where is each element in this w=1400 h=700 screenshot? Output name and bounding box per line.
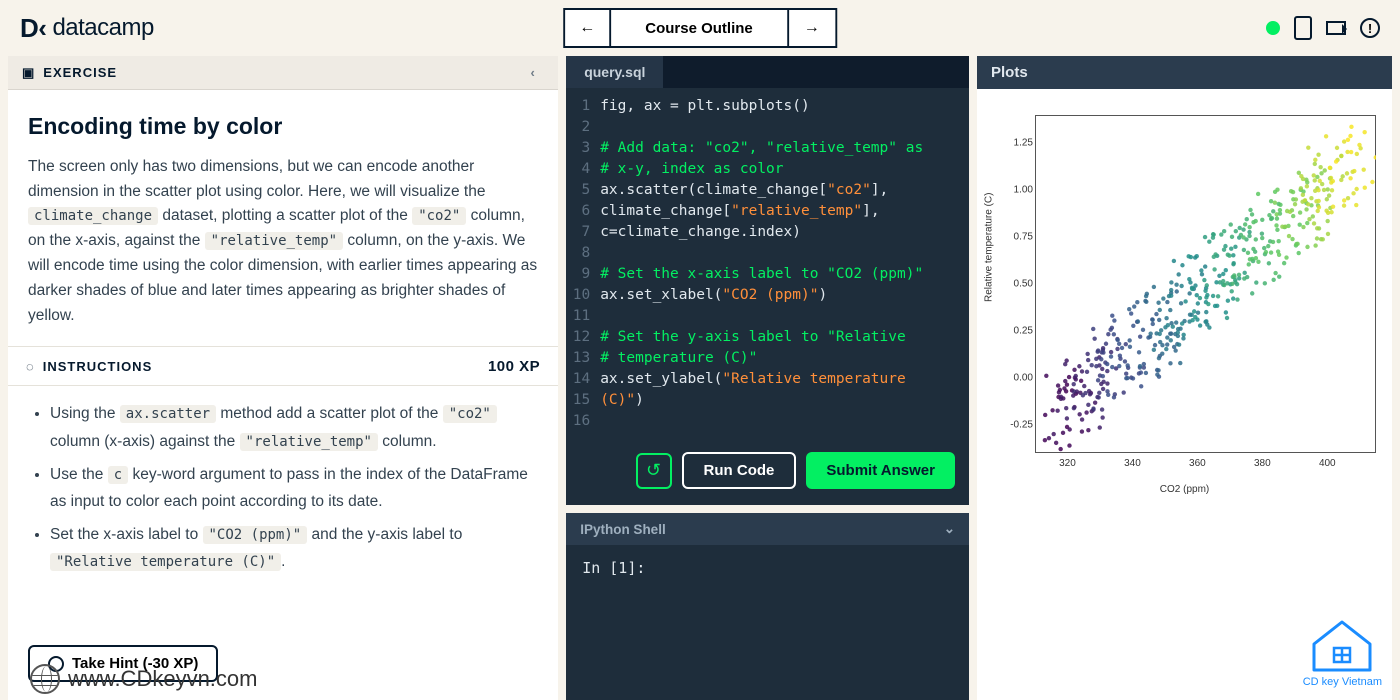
reset-button[interactable]: ↺ xyxy=(636,453,672,489)
info-icon[interactable]: ! xyxy=(1360,18,1380,38)
brand-name: datacamp xyxy=(52,14,153,42)
y-axis-label: Relative temperature (C) xyxy=(984,193,995,302)
instructions-list: Using the ax.scatter method add a scatte… xyxy=(8,386,558,581)
xp-badge: 100 XP xyxy=(488,358,540,375)
scatter-chart: Relative temperature (C) CO2 (ppm) -0.25… xyxy=(987,107,1382,497)
shell-prompt: In [1]: xyxy=(582,559,645,577)
instructions-label: INSTRUCTIONS xyxy=(43,359,153,374)
cdkey-brand-text: CD key Vietnam xyxy=(1303,676,1382,688)
exercise-panel: ▣ EXERCISE ‹ Encoding time by color The … xyxy=(8,56,558,700)
editor-tab[interactable]: query.sql xyxy=(566,56,664,88)
chevron-down-icon[interactable]: ⌄ xyxy=(944,521,955,537)
submit-answer-button[interactable]: Submit Answer xyxy=(806,452,955,489)
prev-button[interactable]: ← xyxy=(565,10,611,46)
instructions-check-icon: ◌ xyxy=(26,359,35,374)
code-editor[interactable]: query.sql 1fig, ax = plt.subplots()23# A… xyxy=(566,56,969,505)
logo-mark-icon: D‹ xyxy=(20,13,46,44)
ipython-shell[interactable]: IPython Shell ⌄ In [1]: xyxy=(566,513,969,700)
exercise-description: The screen only has two dimensions, but … xyxy=(28,155,538,329)
course-outline-button[interactable]: Course Outline xyxy=(611,10,789,46)
mobile-icon[interactable] xyxy=(1294,16,1312,40)
plot-output: Relative temperature (C) CO2 (ppm) -0.25… xyxy=(977,89,1392,700)
instruction-item: Using the ax.scatter method add a scatte… xyxy=(50,400,538,454)
exercise-title: Encoding time by color xyxy=(28,108,538,145)
exercise-section-label: EXERCISE xyxy=(43,65,117,80)
cdkey-logo: CD key Vietnam xyxy=(1303,620,1382,688)
instruction-item: Use the c key-word argument to pass in t… xyxy=(50,461,538,515)
course-nav: ← Course Outline → xyxy=(563,8,837,48)
shell-title: IPython Shell xyxy=(580,522,666,537)
globe-icon xyxy=(30,664,60,694)
plots-panel-title: Plots xyxy=(977,56,1392,89)
brand-logo[interactable]: D‹ datacamp xyxy=(20,13,154,44)
video-icon[interactable] xyxy=(1326,21,1346,35)
watermark-url: www.CDkeyvn.com xyxy=(68,666,257,692)
exercise-icon: ▣ xyxy=(22,65,35,81)
next-button[interactable]: → xyxy=(789,10,835,46)
watermark: www.CDkeyvn.com xyxy=(30,664,257,694)
collapse-icon[interactable]: ‹ xyxy=(522,62,544,84)
x-axis-label: CO2 (ppm) xyxy=(1160,484,1209,495)
instruction-item: Set the x-axis label to "CO2 (ppm)" and … xyxy=(50,521,538,575)
run-code-button[interactable]: Run Code xyxy=(682,452,797,489)
status-dot-icon xyxy=(1266,21,1280,35)
